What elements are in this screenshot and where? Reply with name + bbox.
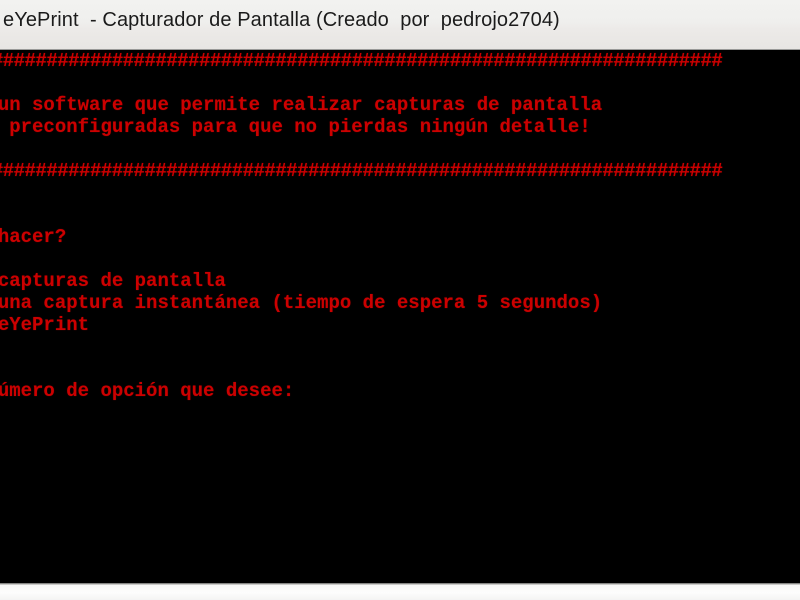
window-titlebar[interactable]: eYePrint - Capturador de Pantalla (Cread…	[0, 0, 800, 50]
menu-option-2[interactable]: 2. Realizar una captura instantánea (tie…	[0, 292, 800, 314]
console-output-area[interactable]: ########################################…	[0, 50, 800, 583]
application-window: eYePrint - Capturador de Pantalla (Cread…	[0, 0, 800, 600]
menu-option-1[interactable]: 1. Realizar capturas de pantalla	[0, 270, 800, 292]
console-line-rule-bottom: ########################################…	[0, 160, 723, 182]
console-line-description-1: eYePrint es un software que permite real…	[0, 94, 603, 116]
menu-option-3[interactable]: 3. Salir de eYePrint	[0, 314, 800, 336]
window-bottom-border	[0, 583, 800, 600]
console-line-rule-top: ########################################…	[0, 50, 723, 72]
console-line-description-2: con opciones preconfiguradas para que no…	[9, 116, 591, 138]
console-text-block: ########################################…	[0, 50, 800, 402]
window-title: eYePrint - Capturador de Pantalla (Cread…	[3, 9, 560, 31]
console-input-prompt[interactable]: Ingrese el número de opción que desee:	[0, 380, 800, 402]
console-line-question: ¿Qué deseas hacer?	[0, 226, 67, 248]
